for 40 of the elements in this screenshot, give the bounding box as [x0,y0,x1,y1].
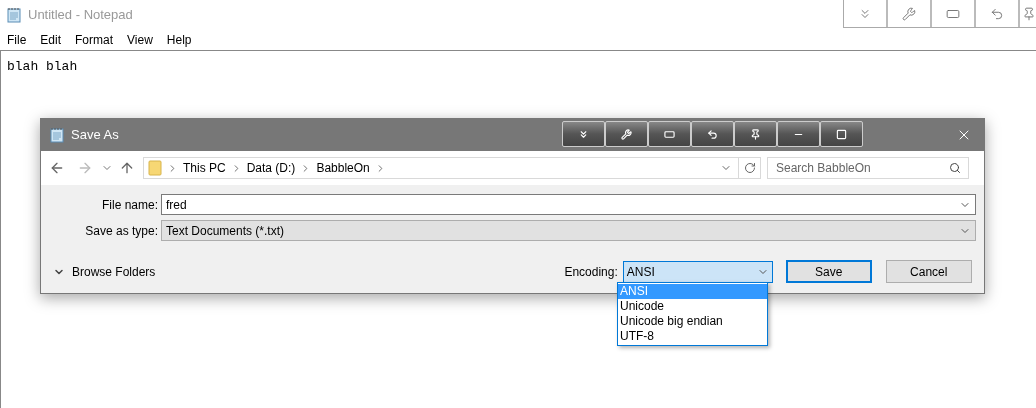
breadcrumb-item[interactable]: BabbleOn [316,159,370,177]
notepad-icon [49,127,65,143]
forward-icon[interactable] [77,160,93,176]
rectangle-icon[interactable] [648,121,691,147]
back-icon[interactable] [49,160,65,176]
document-text: blah blah [7,59,78,74]
minus-icon[interactable] [777,121,820,147]
encoding-option[interactable]: UTF-8 [618,329,767,344]
breadcrumb-item[interactable]: Data (D:) [246,159,296,177]
menu-item[interactable]: Edit [40,31,62,49]
search-icon [949,162,961,174]
encoding-label: Encoding: [564,263,618,281]
menu-item[interactable]: Format [75,31,114,49]
encoding-option[interactable]: Unicode [618,299,767,314]
window-title: Untitled - Notepad [28,6,133,25]
up-icon[interactable] [119,160,135,176]
search-field[interactable]: Search BabbleOn [767,157,969,179]
refresh-icon[interactable] [743,162,756,174]
menu-item[interactable]: View [127,31,153,49]
folder-icon [148,160,162,176]
chevrons-down-icon[interactable] [562,121,605,147]
encoding-dropdown[interactable]: ANSI [622,260,773,283]
type-dropdown[interactable]: Text Documents (*.txt) [161,220,976,241]
dialog-title: Save As [71,126,119,145]
notepad-icon [6,7,22,23]
undo-icon[interactable] [691,121,734,147]
address-bar[interactable]: This PC Data (D:) BabbleOn [143,157,761,179]
field-label: Save as type: [84,222,159,240]
pin-icon[interactable] [734,121,777,147]
encoding-option[interactable]: Unicode big endian [618,314,767,329]
field-label: File name: [100,196,159,214]
dialog-button[interactable]: Save [785,260,872,283]
dialog-button[interactable]: Cancel [885,260,972,283]
square-icon[interactable] [820,121,863,147]
menu-item[interactable]: Help [166,31,192,49]
browse-folders-button[interactable]: Browse Folders [53,262,156,281]
wrench-icon[interactable] [605,121,648,147]
file-name-field[interactable]: fred [161,194,976,215]
breadcrumb-item[interactable]: This PC [183,159,226,177]
menu-item[interactable]: File [7,31,27,49]
